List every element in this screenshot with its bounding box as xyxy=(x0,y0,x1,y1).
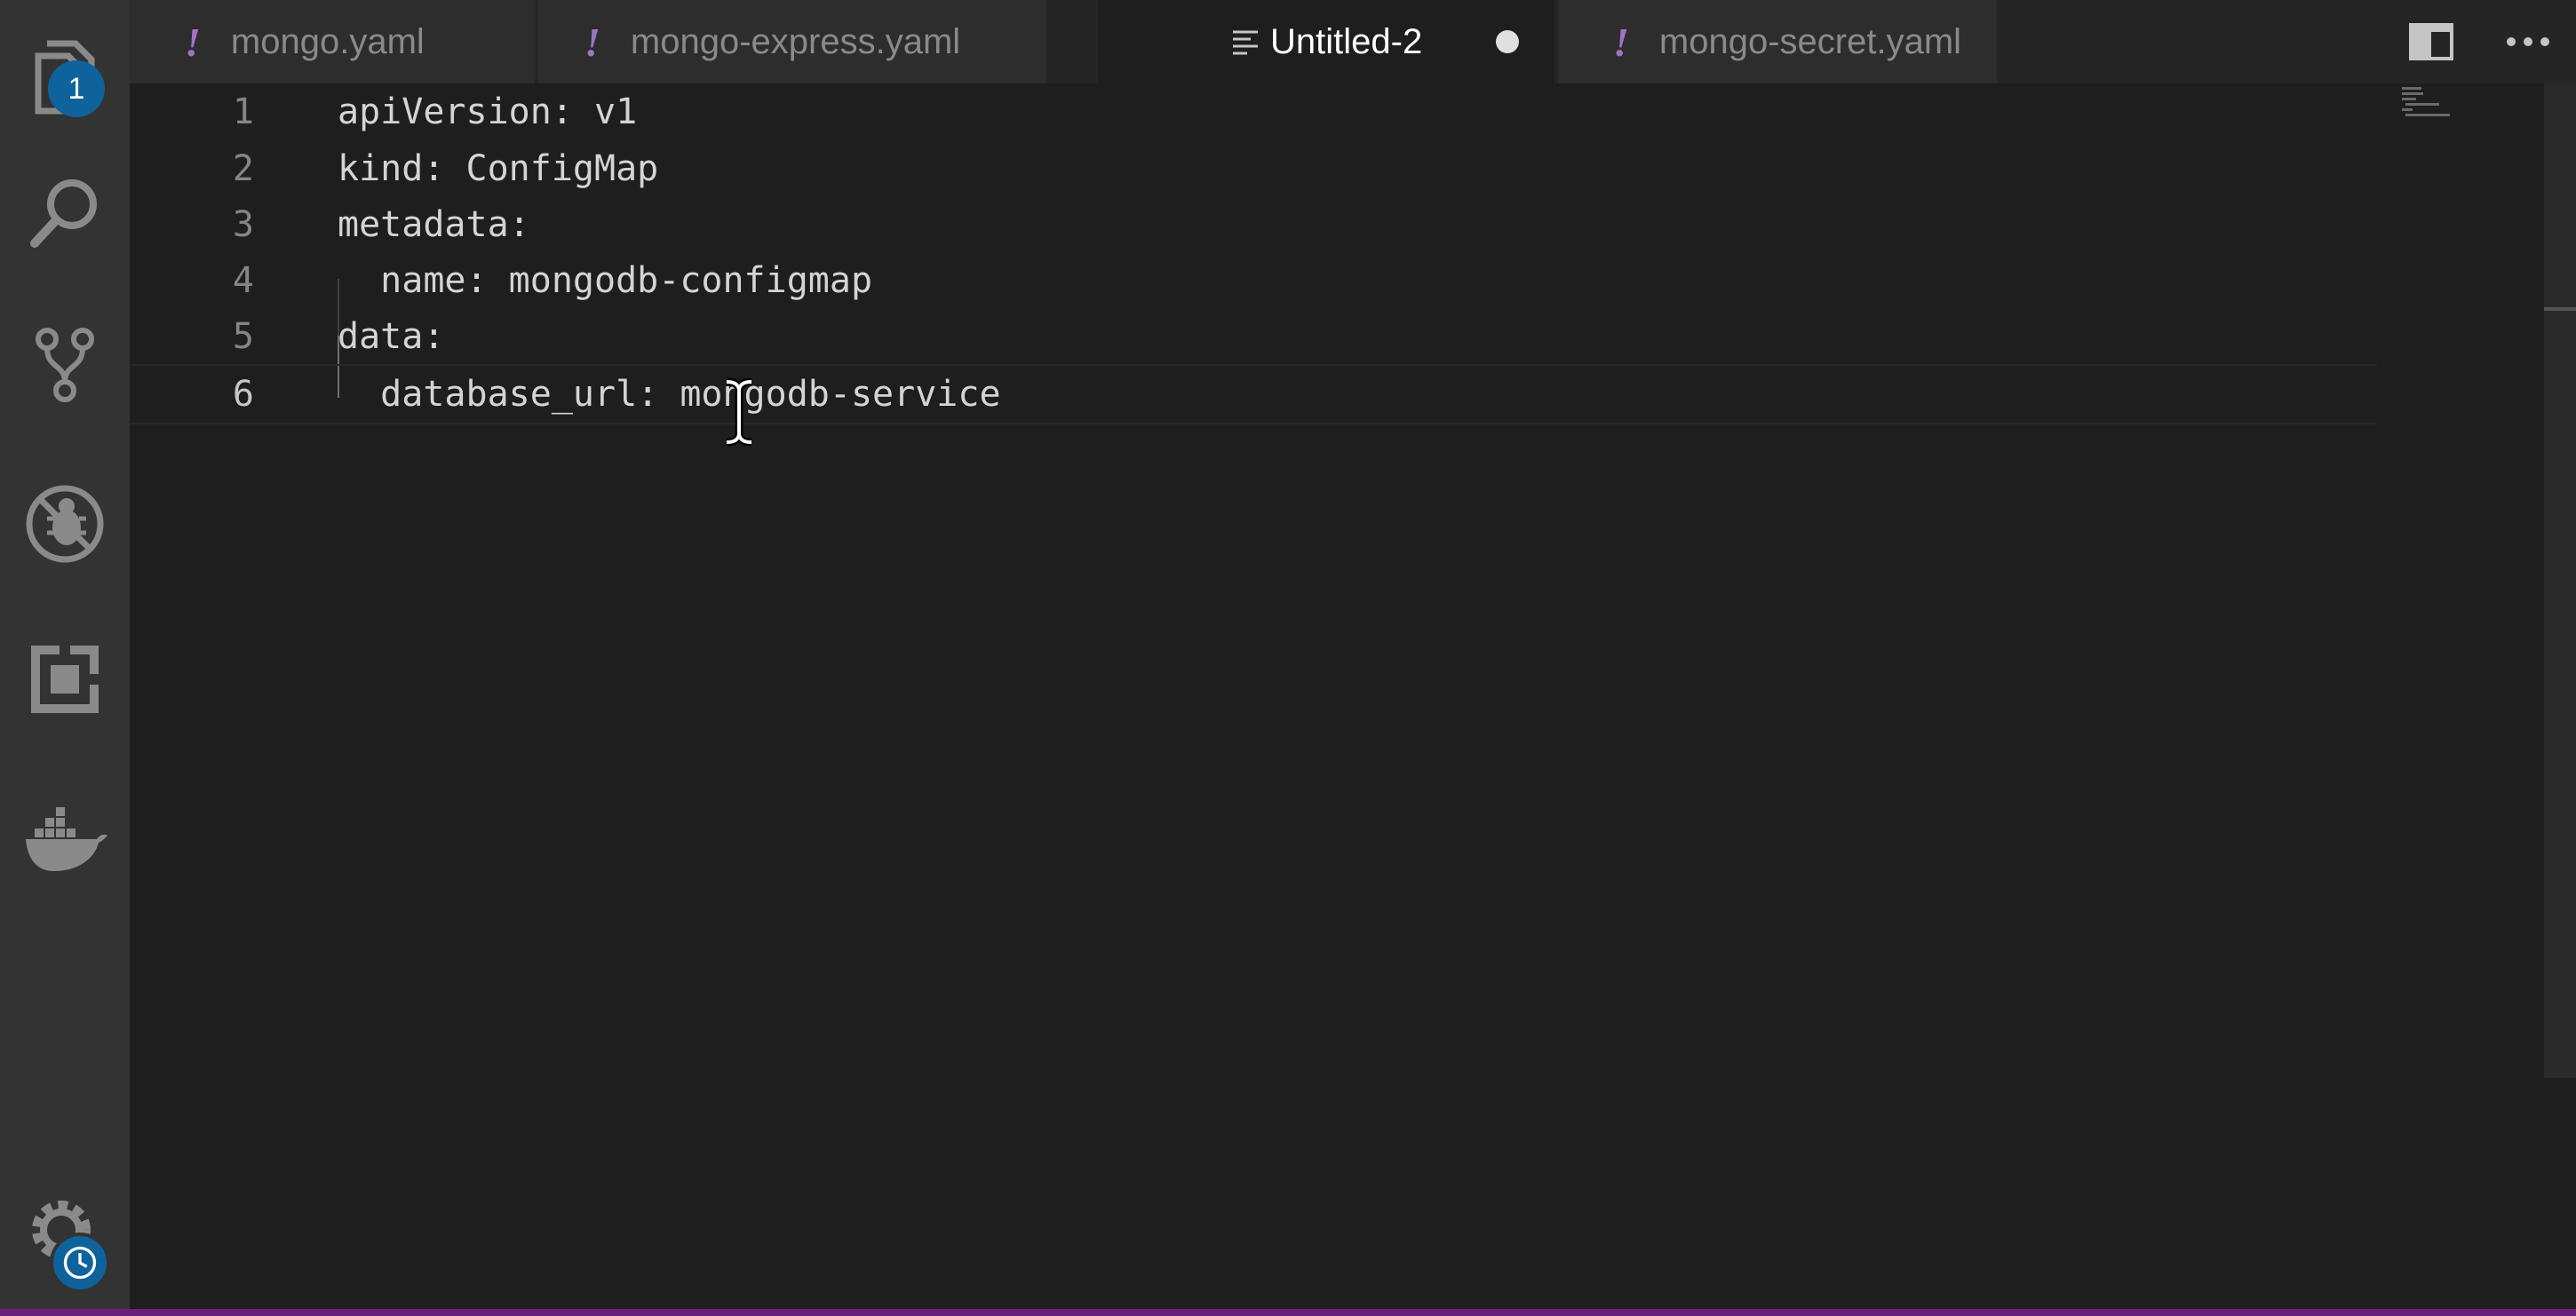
more-actions-button[interactable] xyxy=(2480,36,2576,48)
code-line[interactable]: 5 data: xyxy=(130,308,2377,365)
yaml-exclamation-icon: ! xyxy=(1613,19,1629,65)
vertical-scrollbar[interactable] xyxy=(2544,83,2576,1078)
code-line[interactable]: 3 metadata: xyxy=(130,196,2377,253)
text-cursor-icon xyxy=(726,378,752,446)
scrollbar-cursor-marker xyxy=(2544,307,2576,311)
line-text: kind: ConfigMap xyxy=(338,148,659,189)
docker-icon xyxy=(26,807,107,871)
line-number: 1 xyxy=(232,91,254,132)
line-number: 2 xyxy=(232,148,254,189)
no-debug-icon xyxy=(26,485,104,563)
code-line[interactable]: 1 apiVersion: v1 xyxy=(130,83,2377,140)
source-control-button[interactable] xyxy=(0,297,130,431)
unsaved-dot-icon[interactable] xyxy=(1496,30,1519,53)
editor-actions xyxy=(2382,0,2576,83)
more-actions-icon xyxy=(2507,37,2549,46)
tab-label: mongo-secret.yaml xyxy=(1658,21,1962,61)
docker-button[interactable] xyxy=(0,773,130,906)
status-bar-edge xyxy=(0,1309,2576,1316)
code-line[interactable]: 2 kind: ConfigMap xyxy=(130,140,2377,197)
line-number: 6 xyxy=(232,374,254,415)
tab-untitled-2[interactable]: Untitled-2 xyxy=(1098,0,1554,83)
tab-mongo-express-yaml[interactable]: ! mongo-express.yaml xyxy=(538,0,1046,83)
yaml-exclamation-icon: ! xyxy=(584,19,600,65)
tab-label: mongo-express.yaml xyxy=(630,21,961,61)
editor[interactable]: 1 apiVersion: v1 2 kind: ConfigMap 3 met… xyxy=(130,83,2576,1309)
line-text: database_url: mongodb-service xyxy=(338,374,1001,415)
activity-bar: 1 xyxy=(0,0,130,1309)
tab-mongo-secret-yaml[interactable]: ! mongo-secret.yaml xyxy=(1558,0,1997,83)
tab-label: mongo.yaml xyxy=(230,21,425,61)
tab-mongo-yaml[interactable]: ! mongo.yaml xyxy=(130,0,535,83)
minimap[interactable] xyxy=(2377,83,2462,119)
line-text: metadata: xyxy=(338,204,530,245)
line-text: apiVersion: v1 xyxy=(338,91,638,132)
line-text: name: mongodb-configmap xyxy=(338,260,873,301)
line-text: data: xyxy=(338,316,445,357)
line-number: 3 xyxy=(232,204,254,245)
search-icon xyxy=(30,179,97,248)
clock-icon xyxy=(50,1233,110,1293)
line-number: 5 xyxy=(232,316,254,357)
tab-label: Untitled-2 xyxy=(1270,21,1423,61)
line-number: 4 xyxy=(232,260,254,301)
extensions-icon xyxy=(31,646,99,713)
split-editor-button[interactable] xyxy=(2382,22,2480,61)
explorer-badge: 1 xyxy=(48,60,105,117)
source-control-icon xyxy=(36,328,94,402)
plaintext-icon xyxy=(1233,30,1258,55)
search-button[interactable] xyxy=(0,147,130,280)
code-line[interactable]: 4 name: mongodb-configmap xyxy=(130,252,2377,309)
split-editor-icon xyxy=(2409,23,2453,60)
run-debug-button[interactable] xyxy=(0,457,130,591)
extensions-button[interactable] xyxy=(0,613,130,746)
explorer-button[interactable]: 1 xyxy=(0,9,130,142)
tab-bar: ! mongo.yaml ! mongo-express.yaml Untitl… xyxy=(130,0,2576,83)
yaml-exclamation-icon: ! xyxy=(185,19,201,65)
current-code-line[interactable]: 6 database_url: mongodb-service xyxy=(130,364,2377,424)
